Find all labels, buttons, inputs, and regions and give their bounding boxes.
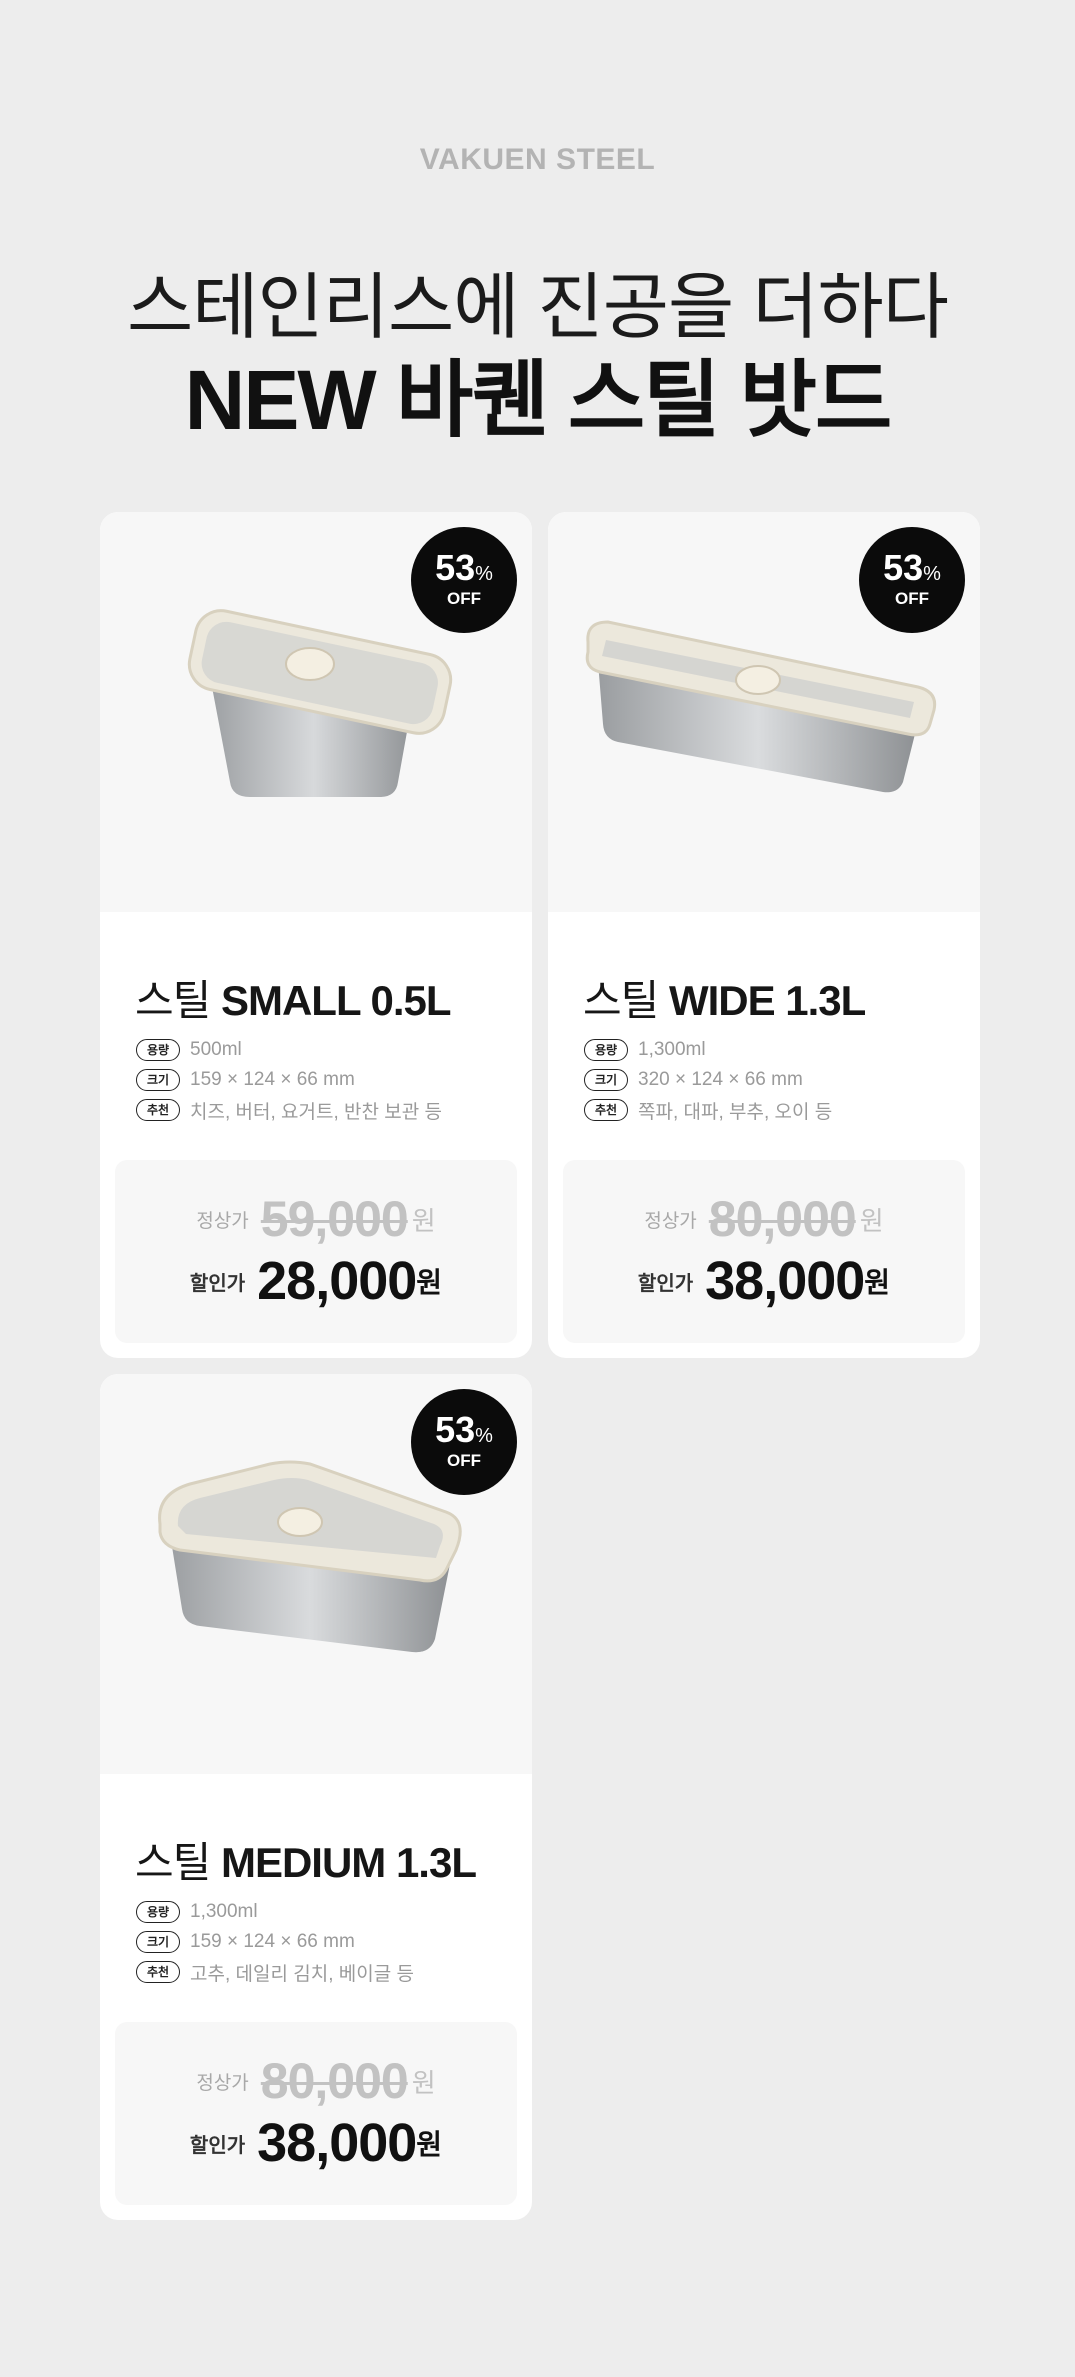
- product-name: 스틸 WIDE 1.3L: [583, 967, 866, 1028]
- original-price-row: 정상가 80,000 원: [563, 1190, 965, 1248]
- original-price-row: 정상가 80,000 원: [115, 2052, 517, 2110]
- sale-price-label: 할인가: [189, 1272, 246, 1295]
- discount-percent: 53: [435, 547, 476, 588]
- spec-size-value: 159 × 124 × 66 mm: [190, 1069, 355, 1090]
- original-price: 59,000: [260, 1191, 409, 1247]
- spec-capacity-value: 1,300ml: [190, 1901, 258, 1922]
- discount-badge: 53% OFF: [411, 527, 517, 633]
- original-currency: 원: [411, 1205, 436, 1236]
- spec-list: 용량 1,300ml 크기 159 × 124 × 66 mm 추천 고추, 데일리 …: [136, 1897, 414, 1987]
- original-currency: 원: [411, 2067, 436, 2098]
- spec-size: 크기 320 × 124 × 66 mm: [584, 1065, 832, 1095]
- spec-list: 용량 500ml 크기 159 × 124 × 66 mm 추천 치즈, 버터, 요거…: [136, 1035, 442, 1125]
- spec-tag-capacity: 용량: [136, 1039, 180, 1061]
- off-label: OFF: [447, 1451, 481, 1470]
- model-name: SMALL 0.5L: [220, 977, 452, 1024]
- sale-currency: 원: [864, 1267, 891, 1298]
- sale-price: 38,000: [257, 2113, 417, 2173]
- product-image-area: 53% OFF: [100, 1374, 532, 1774]
- product-card-small[interactable]: 53% OFF 스틸 SMALL 0.5L 용량 500ml 크기 159 × 12…: [100, 512, 532, 1358]
- spec-tag-size: 크기: [584, 1069, 628, 1091]
- sale-price-row: 할인가 28,000원: [115, 1250, 517, 1312]
- product-image-area: 53% OFF: [548, 512, 980, 912]
- original-price-label: 정상가: [196, 1210, 249, 1232]
- sale-currency: 원: [416, 1267, 443, 1298]
- spec-list: 용량 1,300ml 크기 320 × 124 × 66 mm 추천 쪽파, 대파, …: [584, 1035, 832, 1125]
- product-card-wide[interactable]: 53% OFF 스틸 WIDE 1.3L 용량 1,300ml 크기 320 × 1…: [548, 512, 980, 1358]
- sale-price-row: 할인가 38,000원: [563, 1250, 965, 1312]
- model-name: WIDE 1.3L: [668, 977, 866, 1024]
- original-price: 80,000: [708, 1191, 857, 1247]
- product-image-area: 53% OFF: [100, 512, 532, 912]
- spec-tag-capacity: 용량: [136, 1901, 180, 1923]
- spec-recommend-value: 고추, 데일리 김치, 베이글 등: [190, 1963, 414, 1985]
- spec-tag-size: 크기: [136, 1069, 180, 1091]
- spec-capacity-value: 500ml: [190, 1039, 242, 1060]
- name-prefix: 스틸: [583, 977, 659, 1024]
- product-name: 스틸 MEDIUM 1.3L: [135, 1829, 477, 1890]
- model-name: MEDIUM 1.3L: [220, 1839, 477, 1886]
- spec-recommend: 추천 쪽파, 대파, 부추, 오이 등: [584, 1095, 832, 1125]
- spec-size: 크기 159 × 124 × 66 mm: [136, 1065, 442, 1095]
- discount-percent: 53: [883, 547, 924, 588]
- price-box: 정상가 80,000 원 할인가 38,000원: [115, 2022, 517, 2205]
- spec-capacity: 용량 500ml: [136, 1035, 442, 1065]
- name-prefix: 스틸: [135, 1839, 211, 1886]
- brand-label: VAKUEN STEEL: [419, 143, 656, 176]
- sale-price-row: 할인가 38,000원: [115, 2112, 517, 2174]
- off-label: OFF: [895, 589, 929, 608]
- spec-recommend: 추천 치즈, 버터, 요거트, 반찬 보관 등: [136, 1095, 442, 1125]
- price-box: 정상가 59,000 원 할인가 28,000원: [115, 1160, 517, 1343]
- original-price-label: 정상가: [196, 2072, 249, 2094]
- product-name: 스틸 SMALL 0.5L: [135, 967, 452, 1028]
- container-medium-image: [158, 1460, 462, 1653]
- percent-symbol: %: [475, 563, 493, 585]
- spec-capacity-value: 1,300ml: [638, 1039, 706, 1060]
- spec-tag-recommend: 추천: [584, 1099, 628, 1121]
- spec-tag-recommend: 추천: [136, 1099, 180, 1121]
- spec-recommend-value: 치즈, 버터, 요거트, 반찬 보관 등: [190, 1101, 442, 1123]
- sale-currency: 원: [416, 2129, 443, 2160]
- spec-tag-capacity: 용량: [584, 1039, 628, 1061]
- spec-size-value: 320 × 124 × 66 mm: [638, 1069, 803, 1090]
- price-box: 정상가 80,000 원 할인가 38,000원: [563, 1160, 965, 1343]
- spec-tag-recommend: 추천: [136, 1961, 180, 1983]
- discount-badge: 53% OFF: [411, 1389, 517, 1495]
- headline-title: NEW 바퀜 스틸 밧드: [184, 353, 893, 447]
- spec-size: 크기 159 × 124 × 66 mm: [136, 1927, 414, 1957]
- sale-price: 38,000: [705, 1251, 865, 1311]
- original-currency: 원: [859, 1205, 884, 1236]
- sale-price-label: 할인가: [637, 1272, 694, 1295]
- off-label: OFF: [447, 589, 481, 608]
- percent-symbol: %: [923, 563, 941, 585]
- product-card-medium[interactable]: 53% OFF 스틸 MEDIUM 1.3L 용량 1,300ml 크기 159 ×…: [100, 1374, 532, 2220]
- sale-price: 28,000: [257, 1251, 417, 1311]
- container-small-image: [187, 609, 453, 797]
- discount-percent: 53: [435, 1409, 476, 1450]
- spec-size-value: 159 × 124 × 66 mm: [190, 1931, 355, 1952]
- name-prefix: 스틸: [135, 977, 211, 1024]
- spec-tag-size: 크기: [136, 1931, 180, 1953]
- sale-price-label: 할인가: [189, 2134, 246, 2157]
- percent-symbol: %: [475, 1425, 493, 1447]
- spec-capacity: 용량 1,300ml: [584, 1035, 832, 1065]
- spec-recommend-value: 쪽파, 대파, 부추, 오이 등: [638, 1101, 833, 1123]
- original-price: 80,000: [260, 2053, 409, 2109]
- original-price-row: 정상가 59,000 원: [115, 1190, 517, 1248]
- original-price-label: 정상가: [644, 1210, 697, 1232]
- spec-recommend: 추천 고추, 데일리 김치, 베이글 등: [136, 1957, 414, 1987]
- discount-badge: 53% OFF: [859, 527, 965, 633]
- spec-capacity: 용량 1,300ml: [136, 1897, 414, 1927]
